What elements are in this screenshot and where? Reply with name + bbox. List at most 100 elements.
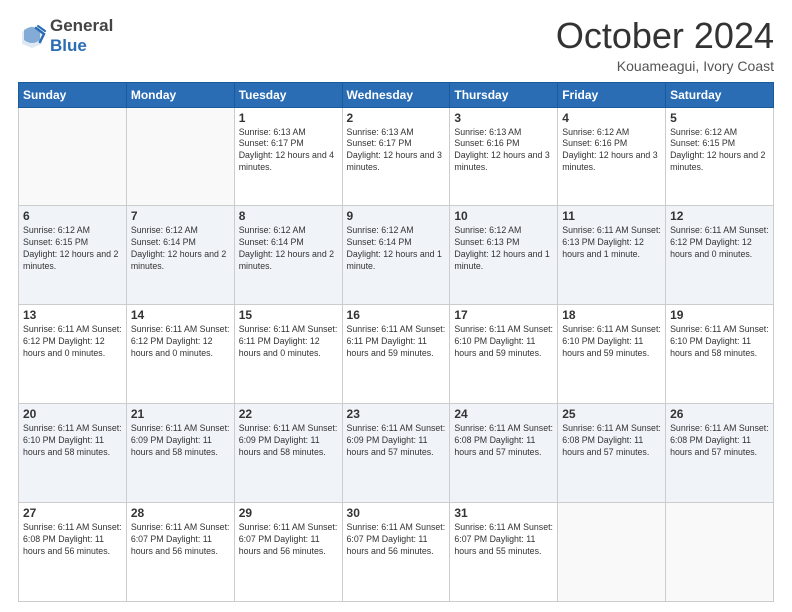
calendar-cell [558, 503, 666, 602]
calendar-cell: 31 Sunrise: 6:11 AM Sunset: 6:07 PM Dayli… [450, 503, 558, 602]
day-info: Sunrise: 6:12 AM Sunset: 6:14 PM Dayligh… [131, 225, 230, 273]
month-title: October 2024 [556, 16, 774, 56]
day-number: 28 [131, 506, 230, 520]
day-number: 25 [562, 407, 661, 421]
calendar-cell [126, 107, 234, 206]
day-header-monday: Monday [126, 82, 234, 107]
day-header-wednesday: Wednesday [342, 82, 450, 107]
calendar-cell: 12Sunrise: 6:11 AM Sunset: 6:12 PM Dayli… [666, 206, 774, 305]
calendar-cell: 19 Sunrise: 6:11 AM Sunset: 6:10 PM Dayli… [666, 305, 774, 404]
calendar-cell: 26 Sunrise: 6:11 AM Sunset: 6:08 PM Dayli… [666, 404, 774, 503]
calendar-cell: 13 Sunrise: 6:11 AM Sunset: 6:12 PM Dayli… [19, 305, 127, 404]
day-number: 27 [23, 506, 122, 520]
day-info: Sunrise: 6:12 AM Sunset: 6:13 PM Dayligh… [454, 225, 553, 273]
day-info: Sunrise: 6:13 AM Sunset: 6:17 PM Dayligh… [239, 127, 338, 175]
day-number: 23 [347, 407, 446, 421]
day-number: 13 [23, 308, 122, 322]
day-number: 4 [562, 111, 661, 125]
day-number: 26 [670, 407, 769, 421]
day-number: 9 [347, 209, 446, 223]
day-number: 8 [239, 209, 338, 223]
day-info: Sunrise: 6:11 AM Sunset: 6:11 PM Dayligh… [347, 324, 446, 360]
logo-general: General [50, 16, 113, 36]
day-info: Sunrise: 6:11 AM Sunset: 6:07 PM Dayligh… [239, 522, 338, 558]
day-header-tuesday: Tuesday [234, 82, 342, 107]
day-number: 12 [670, 209, 769, 223]
header: General Blue October 2024 Kouameagui, Iv… [18, 16, 774, 74]
location: Kouameagui, Ivory Coast [556, 58, 774, 74]
calendar-cell: 21Sunrise: 6:11 AM Sunset: 6:09 PM Dayli… [126, 404, 234, 503]
day-info: Sunrise: 6:11 AM Sunset: 6:11 PM Dayligh… [239, 324, 338, 360]
day-info: Sunrise: 6:12 AM Sunset: 6:14 PM Dayligh… [239, 225, 338, 273]
day-header-friday: Friday [558, 82, 666, 107]
day-info: Sunrise: 6:11 AM Sunset: 6:10 PM Dayligh… [670, 324, 769, 360]
day-number: 29 [239, 506, 338, 520]
calendar-cell: 4 Sunrise: 6:12 AM Sunset: 6:16 PM Daylig… [558, 107, 666, 206]
calendar-cell: 5 Sunrise: 6:12 AM Sunset: 6:15 PM Daylig… [666, 107, 774, 206]
day-number: 16 [347, 308, 446, 322]
calendar-cell: 6 Sunrise: 6:12 AM Sunset: 6:15 PM Daylig… [19, 206, 127, 305]
day-info: Sunrise: 6:11 AM Sunset: 6:07 PM Dayligh… [131, 522, 230, 558]
day-info: Sunrise: 6:12 AM Sunset: 6:14 PM Dayligh… [347, 225, 446, 273]
day-header-thursday: Thursday [450, 82, 558, 107]
day-number: 20 [23, 407, 122, 421]
calendar-cell [19, 107, 127, 206]
day-header-sunday: Sunday [19, 82, 127, 107]
calendar-cell: 2Sunrise: 6:13 AM Sunset: 6:17 PM Daylig… [342, 107, 450, 206]
calendar-cell: 16 Sunrise: 6:11 AM Sunset: 6:11 PM Dayli… [342, 305, 450, 404]
day-number: 31 [454, 506, 553, 520]
day-info: Sunrise: 6:11 AM Sunset: 6:13 PM Dayligh… [562, 225, 661, 261]
calendar-cell: 27 Sunrise: 6:11 AM Sunset: 6:08 PM Dayli… [19, 503, 127, 602]
calendar-cell: 11 Sunrise: 6:11 AM Sunset: 6:13 PM Dayli… [558, 206, 666, 305]
day-info: Sunrise: 6:11 AM Sunset: 6:08 PM Dayligh… [562, 423, 661, 459]
calendar-cell: 3 Sunrise: 6:13 AM Sunset: 6:16 PM Daylig… [450, 107, 558, 206]
day-info: Sunrise: 6:11 AM Sunset: 6:12 PM Dayligh… [23, 324, 122, 360]
day-info: Sunrise: 6:12 AM Sunset: 6:15 PM Dayligh… [670, 127, 769, 175]
day-number: 22 [239, 407, 338, 421]
day-number: 6 [23, 209, 122, 223]
day-number: 1 [239, 111, 338, 125]
calendar-cell: 22Sunrise: 6:11 AM Sunset: 6:09 PM Dayli… [234, 404, 342, 503]
day-info: Sunrise: 6:12 AM Sunset: 6:15 PM Dayligh… [23, 225, 122, 273]
day-info: Sunrise: 6:11 AM Sunset: 6:08 PM Dayligh… [670, 423, 769, 459]
logo-text: General Blue [50, 16, 113, 55]
day-info: Sunrise: 6:11 AM Sunset: 6:10 PM Dayligh… [562, 324, 661, 360]
day-number: 14 [131, 308, 230, 322]
calendar-cell: 28 Sunrise: 6:11 AM Sunset: 6:07 PM Dayli… [126, 503, 234, 602]
page: General Blue October 2024 Kouameagui, Iv… [0, 0, 792, 612]
day-info: Sunrise: 6:11 AM Sunset: 6:10 PM Dayligh… [454, 324, 553, 360]
calendar-cell: 15 Sunrise: 6:11 AM Sunset: 6:11 PM Dayli… [234, 305, 342, 404]
day-number: 19 [670, 308, 769, 322]
calendar-cell: 10 Sunrise: 6:12 AM Sunset: 6:13 PM Dayli… [450, 206, 558, 305]
title-block: October 2024 Kouameagui, Ivory Coast [556, 16, 774, 74]
day-number: 18 [562, 308, 661, 322]
calendar-cell: 18 Sunrise: 6:11 AM Sunset: 6:10 PM Dayli… [558, 305, 666, 404]
day-number: 10 [454, 209, 553, 223]
calendar-cell: 25 Sunrise: 6:11 AM Sunset: 6:08 PM Dayli… [558, 404, 666, 503]
day-number: 15 [239, 308, 338, 322]
day-number: 11 [562, 209, 661, 223]
day-info: Sunrise: 6:12 AM Sunset: 6:16 PM Dayligh… [562, 127, 661, 175]
day-info: Sunrise: 6:11 AM Sunset: 6:08 PM Dayligh… [23, 522, 122, 558]
calendar-cell: 1 Sunrise: 6:13 AM Sunset: 6:17 PM Daylig… [234, 107, 342, 206]
calendar-cell [666, 503, 774, 602]
day-info: Sunrise: 6:11 AM Sunset: 6:09 PM Dayligh… [347, 423, 446, 459]
day-info: Sunrise: 6:11 AM Sunset: 6:10 PM Dayligh… [23, 423, 122, 459]
day-info: Sunrise: 6:11 AM Sunset: 6:07 PM Dayligh… [454, 522, 553, 558]
day-info: Sunrise: 6:11 AM Sunset: 6:07 PM Dayligh… [347, 522, 446, 558]
calendar-cell: 24 Sunrise: 6:11 AM Sunset: 6:08 PM Dayli… [450, 404, 558, 503]
day-number: 5 [670, 111, 769, 125]
day-info: Sunrise: 6:11 AM Sunset: 6:12 PM Dayligh… [131, 324, 230, 360]
calendar-cell: 30 Sunrise: 6:11 AM Sunset: 6:07 PM Dayli… [342, 503, 450, 602]
calendar-cell: 20 Sunrise: 6:11 AM Sunset: 6:10 PM Dayli… [19, 404, 127, 503]
logo-icon [18, 22, 46, 50]
day-number: 3 [454, 111, 553, 125]
day-info: Sunrise: 6:11 AM Sunset: 6:08 PM Dayligh… [454, 423, 553, 459]
calendar-table: SundayMondayTuesdayWednesdayThursdayFrid… [18, 82, 774, 602]
calendar-cell: 14 Sunrise: 6:11 AM Sunset: 6:12 PM Dayli… [126, 305, 234, 404]
day-number: 24 [454, 407, 553, 421]
day-number: 30 [347, 506, 446, 520]
day-info: Sunrise: 6:13 AM Sunset: 6:16 PM Dayligh… [454, 127, 553, 175]
day-info: Sunrise: 6:11 AM Sunset: 6:09 PM Dayligh… [131, 423, 230, 459]
calendar-cell: 9 Sunrise: 6:12 AM Sunset: 6:14 PM Daylig… [342, 206, 450, 305]
